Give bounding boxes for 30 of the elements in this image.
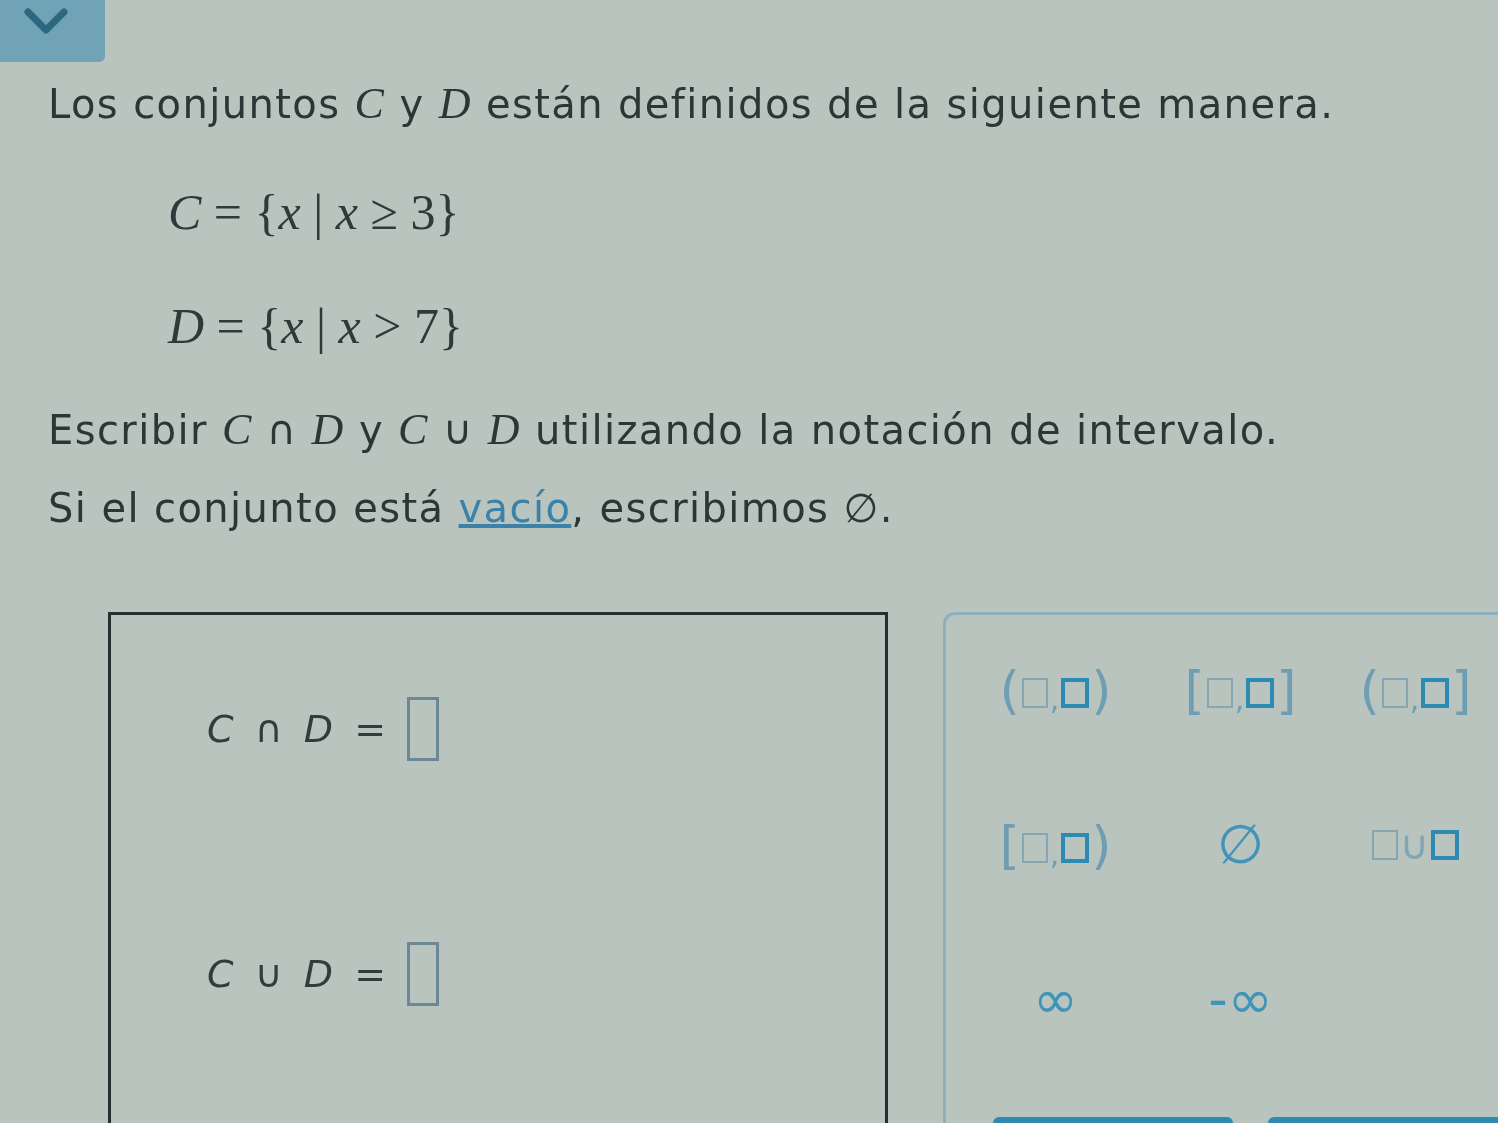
- placeholder-square-icon: [1381, 678, 1408, 708]
- interval-key[interactable]: ( , ]: [1359, 664, 1472, 716]
- placeholder-square-icon: [1021, 833, 1048, 863]
- symbol-key[interactable]: ∅: [1216, 818, 1264, 872]
- placeholder-square-icon: [1371, 830, 1398, 860]
- union-key[interactable]: ∪: [1369, 825, 1462, 865]
- answer-expression: C ∪ D =: [207, 955, 391, 993]
- placeholder-square-icon: [1431, 830, 1460, 860]
- definition-link[interactable]: vacío: [458, 485, 572, 531]
- chevron-down-icon: [24, 8, 68, 34]
- symbol-key[interactable]: -∞: [1208, 973, 1273, 1027]
- answer-box[interactable]: [406, 697, 439, 761]
- collapse-button[interactable]: [0, 0, 105, 62]
- placeholder-square-icon: [1061, 678, 1090, 708]
- interval-key[interactable]: [ , ]: [1184, 664, 1297, 716]
- answer-box[interactable]: [406, 942, 439, 1006]
- placeholder-square-icon: [1061, 833, 1090, 863]
- set-definition: C = {x | x ≥ 3}: [168, 183, 461, 242]
- instruction-text: Escribir C ∩ D y C ∪ D utilizando la notación de intervalo.: [48, 406, 1280, 454]
- placeholder-square-icon: [1246, 678, 1275, 708]
- placeholder-square-icon: [1421, 678, 1450, 708]
- interval-key[interactable]: ( , ): [999, 664, 1112, 716]
- interval-key[interactable]: [ , ): [999, 819, 1112, 871]
- set-definition: D = {x | x > 7}: [168, 297, 464, 356]
- placeholder-square-icon: [1021, 678, 1048, 708]
- placeholder-square-icon: [1206, 678, 1233, 708]
- answer-expression: C ∩ D =: [207, 710, 391, 748]
- empty-set-note: Si el conjunto está vacío, escribimos ∅.: [48, 484, 895, 532]
- symbol-key[interactable]: ∞: [1033, 973, 1078, 1027]
- intro-text: Los conjuntos C y D están definidos de la siguiente manera.: [48, 80, 1336, 128]
